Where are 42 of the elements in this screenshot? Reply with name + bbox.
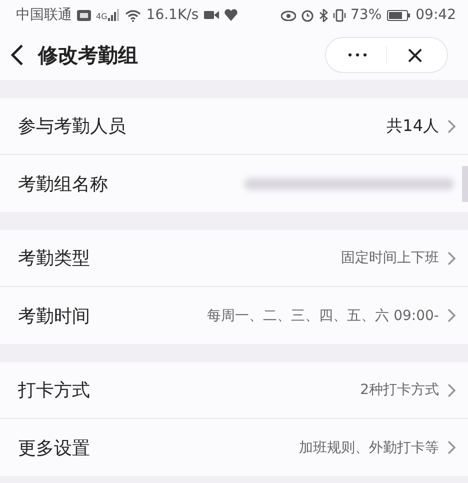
chevron-right-icon [447, 118, 456, 134]
signal-icon [108, 9, 120, 21]
settings-row[interactable]: 考勤类型 固定时间上下班 [0, 230, 468, 287]
row-label: 考勤组名称 [18, 172, 108, 196]
scroll-indicator [462, 166, 468, 202]
row-label: 打卡方式 [18, 379, 90, 402]
video-camera-icon [204, 10, 219, 20]
close-button[interactable]: × [387, 40, 443, 70]
vibrate-icon [332, 8, 346, 22]
row-value: 固定时间上下班 [341, 249, 439, 267]
row-label: 考勤时间 [18, 304, 90, 328]
settings-row[interactable]: 参与考勤人员 共14人 [0, 98, 468, 155]
wifi-icon [125, 8, 142, 22]
eye-icon [280, 10, 296, 20]
bluetooth-icon [318, 8, 328, 22]
carrier-name: 中国联通 [16, 6, 72, 24]
more-button[interactable]: ••• [330, 40, 386, 70]
clock-time: 09:42 [416, 7, 456, 23]
chevron-right-icon [447, 250, 456, 266]
network-speed: 16.1K/s [146, 7, 199, 23]
row-value: 共14人 [386, 116, 439, 136]
alarm-clock-icon [300, 8, 314, 22]
chevron-right-icon [447, 382, 456, 398]
heart-icon [224, 9, 238, 21]
settings-row[interactable]: 考勤时间 每周一、二、三、四、五、六 09:00- [0, 287, 468, 344]
back-icon[interactable] [10, 44, 24, 66]
settings-row[interactable]: 打卡方式 2种打卡方式 [0, 362, 468, 419]
battery-percent: 73% [350, 7, 382, 23]
page-title: 修改考勤组 [38, 42, 139, 68]
hd-icon [77, 10, 91, 20]
settings-row[interactable]: 考勤组名称 [0, 155, 468, 212]
row-label: 更多设置 [18, 436, 90, 460]
chevron-right-icon [447, 308, 456, 323]
battery-icon [386, 10, 411, 20]
row-value: 每周一、二、三、四、五、六 09:00- [207, 306, 439, 324]
row-value: 加班规则、外勤打卡等 [299, 438, 439, 456]
network-label: 4G [96, 12, 108, 21]
row-label: 考勤类型 [18, 247, 90, 270]
row-label: 参与考勤人员 [18, 115, 126, 138]
row-value: 2种打卡方式 [360, 381, 439, 399]
chevron-right-icon [447, 440, 456, 455]
settings-row[interactable]: 更多设置 加班规则、外勤打卡等 [0, 419, 468, 476]
